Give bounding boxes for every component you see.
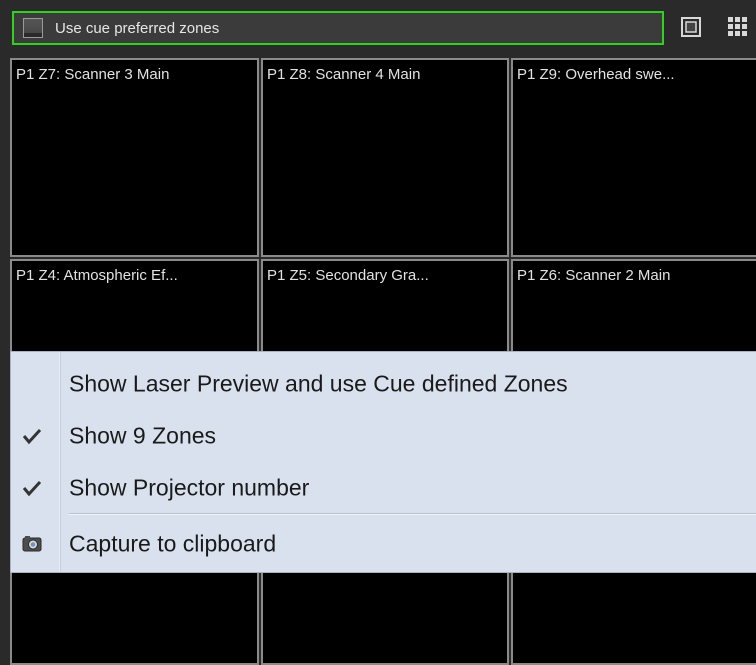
menu-item-show-laser-preview[interactable]: Show Laser Preview and use Cue defined Z…	[11, 361, 756, 407]
checkmark-icon	[22, 428, 42, 445]
use-cue-zones-checkbox[interactable]	[23, 18, 43, 38]
zone-label: P1 Z9: Overhead swe...	[517, 66, 675, 83]
grid-view-icon[interactable]	[727, 16, 749, 38]
menu-item-label: Show Projector number	[69, 474, 310, 501]
menu-item-show-9-zones[interactable]: Show 9 Zones	[11, 413, 756, 459]
zone-label: P1 Z7: Scanner 3 Main	[16, 66, 170, 83]
zone-label: P1 Z8: Scanner 4 Main	[267, 66, 421, 83]
checkmark-icon	[22, 480, 42, 497]
single-view-icon[interactable]	[680, 16, 702, 38]
menu-item-label: Capture to clipboard	[69, 530, 277, 557]
zone-tile[interactable]: P1 Z8: Scanner 4 Main	[261, 58, 509, 257]
menu-item-show-projector-number[interactable]: Show Projector number	[11, 465, 756, 511]
menu-item-label: Show 9 Zones	[69, 422, 217, 449]
use-cue-zones-label: Use cue preferred zones	[55, 19, 220, 37]
menu-item-label: Show Laser Preview and use Cue defined Z…	[69, 370, 568, 397]
zone-tile[interactable]: P1 Z7: Scanner 3 Main	[10, 58, 259, 257]
zone-label: P1 Z4: Atmospheric Ef...	[16, 267, 178, 284]
zone-tile[interactable]: P1 Z9: Overhead swe...	[511, 58, 756, 257]
context-menu: Show Laser Preview and use Cue defined Z…	[10, 351, 756, 573]
zone-label: P1 Z6: Scanner 2 Main	[517, 267, 671, 284]
camera-icon	[22, 536, 42, 552]
zone-label: P1 Z5: Secondary Gra...	[267, 267, 429, 284]
menu-item-capture-to-clipboard[interactable]: Capture to clipboard	[11, 521, 756, 567]
use-cue-zones-toggle[interactable]: Use cue preferred zones	[12, 11, 664, 45]
menu-separator	[69, 513, 756, 515]
